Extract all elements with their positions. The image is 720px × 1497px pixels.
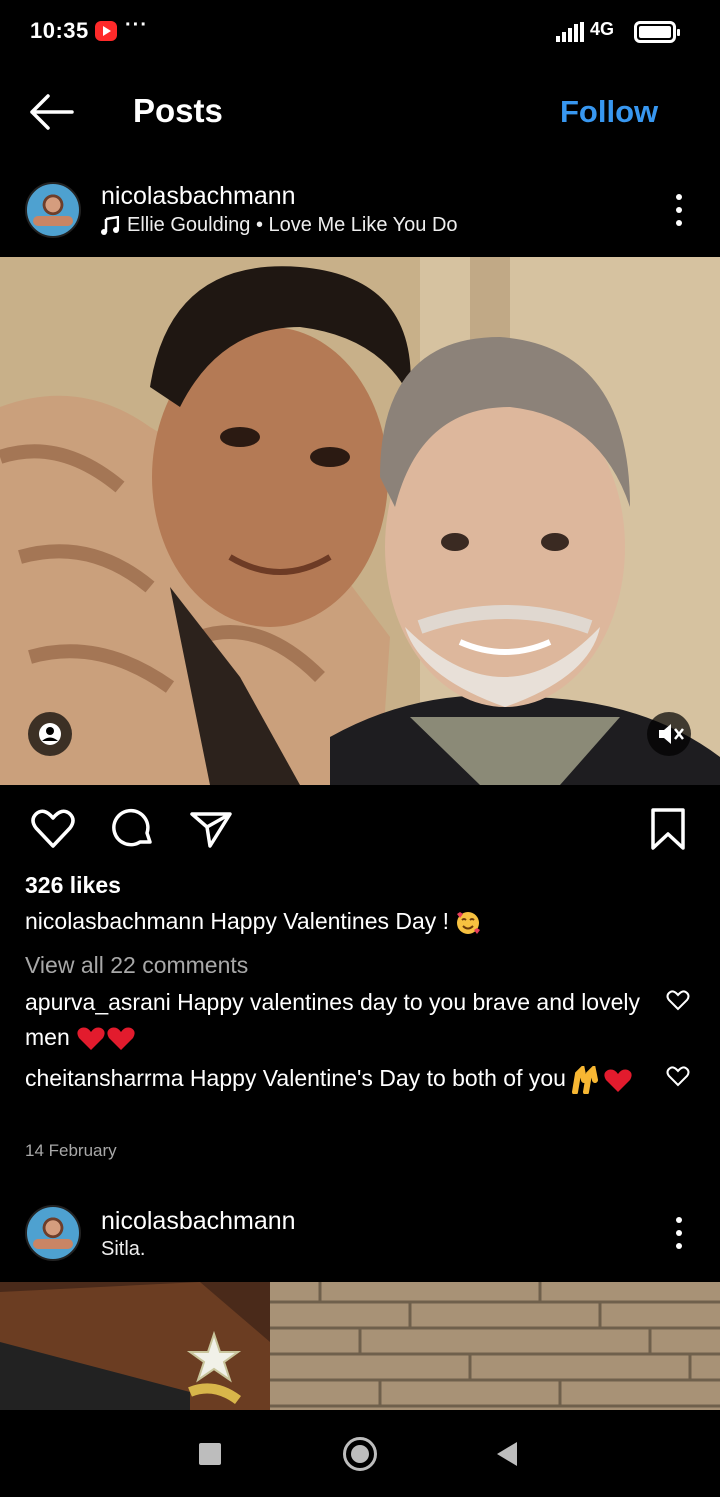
comment-text: Happy Valentine's Day to both of you [189,1065,566,1091]
avatar[interactable] [25,1205,81,1261]
music-note-icon [101,215,119,235]
share-icon[interactable] [188,806,234,852]
user-tag-icon[interactable] [28,712,72,756]
red-heart-emoji [77,1027,135,1050]
battery-icon [634,21,680,43]
home-button[interactable] [343,1437,377,1471]
post-username[interactable]: nicolasbachmann [101,1207,296,1236]
comment-icon[interactable] [110,806,156,852]
page-title: Posts [133,92,223,129]
comment-like-heart-icon[interactable] [666,1065,690,1087]
audio-label: Ellie Goulding • Love Me Like You Do [127,214,458,236]
location-label: Sitla. [101,1238,146,1260]
view-all-comments-link[interactable]: View all 22 comments [25,952,248,979]
comment-like-heart-icon[interactable] [666,989,690,1011]
comment-item: apurva_asrani Happy valentines day to yo… [25,985,645,1055]
status-bar: 10:35 ··· 4G [0,0,720,64]
system-navigation-bar [0,1410,720,1497]
post-header: nicolasbachmann Ellie Goulding • Love Me… [0,172,720,252]
post-actions [0,800,720,860]
post-photo[interactable] [0,257,720,785]
post-caption: nicolasbachmann Happy Valentines Day ! [25,908,665,936]
caption-username[interactable]: nicolasbachmann [25,908,204,934]
smiling-face-with-hearts-emoji [457,911,481,934]
system-back-button[interactable] [497,1442,517,1466]
caption-text: Happy Valentines Day ! [210,908,450,934]
top-app-bar: Posts Follow [0,72,720,152]
bookmark-icon[interactable] [645,806,691,852]
post-date: 14 February [25,1141,117,1160]
status-time: 10:35 [30,18,89,43]
back-arrow-icon[interactable] [28,92,76,132]
more-vertical-icon[interactable] [670,1213,688,1253]
comment-item: cheitansharrma Happy Valentine's Day to … [25,1061,645,1096]
audio-track[interactable]: Ellie Goulding • Love Me Like You Do [101,214,458,237]
comment-username[interactable]: apurva_asrani [25,989,171,1015]
youtube-icon [95,21,117,41]
follow-button[interactable]: Follow [560,94,658,130]
heart-icon[interactable] [30,806,76,852]
signal-icon [556,22,584,42]
post-photo[interactable] [0,1282,720,1410]
post-location[interactable]: Sitla. [101,1238,145,1261]
like-count[interactable]: 326 likes [25,872,121,899]
post-header: nicolasbachmann Sitla. [0,1195,720,1275]
more-vertical-icon[interactable] [670,190,688,230]
recent-apps-button[interactable] [199,1443,221,1465]
post-username[interactable]: nicolasbachmann [101,182,296,211]
raised-hands-and-heart-emoji [572,1065,632,1094]
network-type: 4G [590,19,615,39]
status-more-notifications: ··· [125,14,148,36]
avatar[interactable] [25,182,81,238]
mute-icon[interactable] [647,712,691,756]
comment-username[interactable]: cheitansharrma [25,1065,184,1091]
